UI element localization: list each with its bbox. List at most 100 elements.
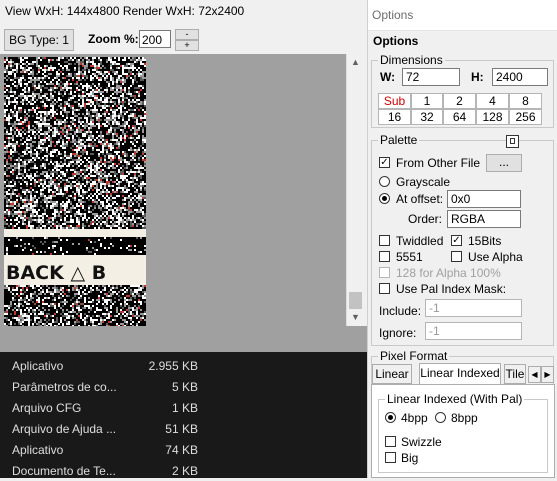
linear-indexed-panel: Linear Indexed (With Pal) 4bpp 8bpp Swiz… — [371, 384, 555, 478]
file-name: Documento de Te... — [12, 464, 116, 478]
file-row[interactable]: Aplicativo 74 KB — [0, 439, 367, 460]
scroll-down-icon[interactable]: ▼ — [347, 309, 364, 326]
height-input[interactable]: 2400 — [492, 68, 548, 86]
big-label: Big — [401, 451, 419, 465]
options-window-title: Options — [372, 8, 414, 22]
offset-input[interactable]: 0x0 — [447, 190, 521, 208]
8bpp-label: 8bpp — [451, 411, 478, 425]
file-name: Arquivo de Ajuda ... — [12, 422, 116, 436]
scroll-up-icon[interactable]: ▲ — [347, 54, 364, 71]
dim-1-button[interactable]: 1 — [411, 93, 443, 109]
include-input[interactable]: -1 — [425, 299, 522, 317]
file-size: 51 KB — [165, 422, 198, 436]
tab-linear-indexed[interactable]: Linear Indexed — [419, 363, 501, 385]
save-palette-icon[interactable] — [506, 135, 519, 148]
file-row[interactable]: Arquivo CFG 1 KB — [0, 397, 367, 418]
use-pal-index-mask-label: Use Pal Index Mask: — [396, 282, 507, 296]
file-name: Parâmetros de co... — [12, 380, 116, 394]
from-other-file-label: From Other File — [396, 156, 481, 170]
twiddled-label: Twiddled — [396, 234, 444, 248]
tab-scroll-right-icon[interactable]: ▶ — [541, 366, 554, 383]
file-list: Aplicativo 2.955 KB Parâmetros de co... … — [0, 352, 367, 478]
4bpp-label: 4bpp — [401, 411, 428, 425]
dim-32-button[interactable]: 32 — [411, 109, 443, 125]
dimensions-label: Dimensions — [378, 53, 445, 67]
use-alpha-checkbox[interactable] — [451, 251, 462, 262]
file-row[interactable]: Arquivo de Ajuda ... 51 KB — [0, 418, 367, 439]
vertical-scrollbar[interactable]: ▲ ▼ — [346, 54, 364, 326]
dim-16-button[interactable]: 16 — [378, 109, 411, 125]
texture-preview[interactable]: BACK △ B — [4, 57, 146, 326]
zoom-decrease-button[interactable]: - — [175, 29, 199, 40]
file-name: Aplicativo — [12, 443, 64, 457]
swizzle-label: Swizzle — [401, 435, 442, 449]
zoom-increase-button[interactable]: + — [175, 40, 199, 51]
preview-overlay-text: BACK △ B — [6, 262, 106, 284]
15bits-checkbox[interactable]: ✓ — [451, 235, 462, 246]
file-size: 1 KB — [171, 401, 198, 415]
dim-4-button[interactable]: 4 — [476, 93, 509, 109]
alpha-128-label: 128 for Alpha 100% — [396, 266, 501, 280]
grayscale-label: Grayscale — [396, 175, 451, 189]
order-label: Order: — [408, 212, 443, 226]
5551-label: 5551 — [396, 250, 423, 264]
file-name: Aplicativo — [12, 359, 64, 373]
dim-8-button[interactable]: 8 — [509, 93, 542, 109]
ignore-input[interactable]: -1 — [425, 322, 522, 340]
from-other-file-checkbox[interactable]: ✓ — [379, 157, 390, 168]
texture-noise-image: BACK △ B — [4, 57, 146, 326]
dim-256-button[interactable]: 256 — [509, 109, 542, 125]
dimensions-group: Dimensions W: 72 H: 2400 Sub 1 2 4 8 16 … — [371, 53, 554, 128]
dim-64-button[interactable]: 64 — [443, 109, 476, 125]
viewer-title: View WxH: 144x4800 Render WxH: 72x2400 — [5, 4, 245, 18]
viewer-toolbar: BG Type: 1 Zoom %: 200 - + — [0, 26, 367, 52]
grayscale-radio[interactable] — [379, 176, 390, 187]
ignore-label: Ignore: — [379, 326, 417, 340]
use-alpha-label: Use Alpha — [468, 250, 523, 264]
file-size: 74 KB — [165, 443, 198, 457]
big-checkbox[interactable] — [385, 452, 396, 463]
browse-palette-button[interactable]: ... — [486, 154, 522, 172]
options-window: Options Options Dimensions W: 72 H: 2400… — [367, 0, 557, 478]
linear-indexed-group: Linear Indexed (With Pal) 4bpp 8bpp Swiz… — [378, 392, 548, 473]
file-size: 5 KB — [171, 380, 198, 394]
tab-tile[interactable]: Tile — [504, 364, 526, 384]
file-size: 2.955 KB — [148, 359, 198, 373]
linear-indexed-with-pal-label: Linear Indexed (With Pal) — [385, 392, 525, 406]
palette-label: Palette — [378, 133, 420, 147]
file-row[interactable]: Parâmetros de co... 5 KB — [0, 376, 367, 397]
at-offset-radio[interactable] — [379, 193, 390, 204]
pixel-format-label: Pixel Format — [378, 349, 450, 363]
canvas-bottom-strip — [0, 326, 367, 352]
twiddled-checkbox[interactable] — [379, 235, 390, 246]
4bpp-radio[interactable] — [385, 412, 396, 423]
dim-sub-button[interactable]: Sub — [378, 93, 411, 109]
options-heading: Options — [373, 34, 419, 48]
alpha-128-checkbox[interactable] — [379, 267, 390, 278]
width-label: W: — [380, 70, 396, 84]
file-size: 2 KB — [171, 464, 198, 478]
height-label: H: — [471, 70, 484, 84]
8bpp-radio[interactable] — [435, 412, 446, 423]
width-input[interactable]: 72 — [402, 68, 460, 86]
dim-2-button[interactable]: 2 — [443, 93, 476, 109]
zoom-input[interactable]: 200 — [139, 30, 171, 48]
palette-group: Palette ✓ From Other File ... Grayscale … — [371, 133, 554, 346]
dim-128-button[interactable]: 128 — [476, 109, 509, 125]
include-label: Include: — [379, 304, 422, 318]
scrollbar-thumb[interactable] — [349, 292, 362, 309]
tab-linear[interactable]: Linear — [372, 364, 412, 384]
tab-scroll-left-icon[interactable]: ◀ — [528, 366, 541, 383]
file-name: Arquivo CFG — [12, 401, 82, 415]
5551-checkbox[interactable] — [379, 251, 390, 262]
use-pal-index-mask-checkbox[interactable] — [379, 283, 390, 294]
options-titlebar[interactable]: Options — [368, 0, 557, 31]
at-offset-label: At offset: — [396, 192, 444, 206]
render-canvas-area: BACK △ B — [0, 54, 346, 326]
order-input[interactable]: RGBA — [447, 210, 521, 228]
15bits-label: 15Bits — [468, 234, 502, 248]
zoom-label: Zoom %: — [88, 32, 139, 46]
file-row[interactable]: Aplicativo 2.955 KB — [0, 355, 367, 376]
bg-type-button[interactable]: BG Type: 1 — [4, 29, 74, 51]
swizzle-checkbox[interactable] — [385, 436, 396, 447]
